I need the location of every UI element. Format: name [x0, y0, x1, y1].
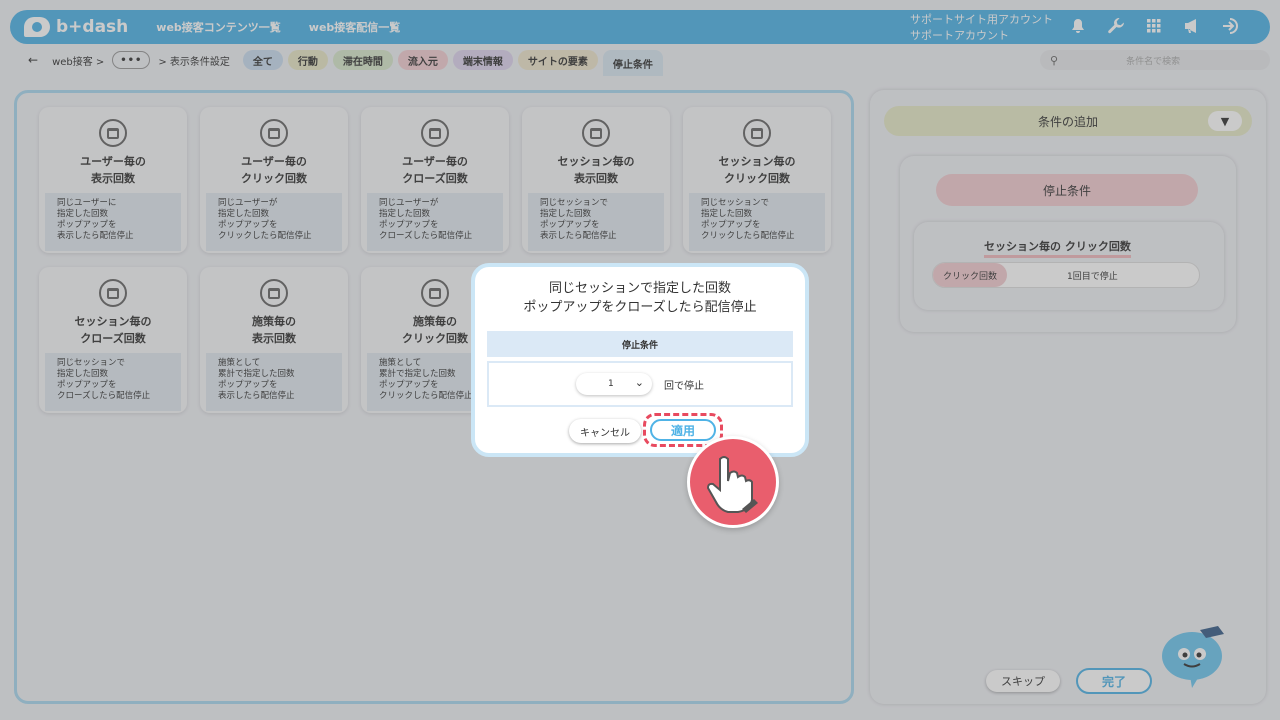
dialog-condition-row: 1 ⌄ 回で停止 [487, 361, 793, 407]
count-select-value: 1 [608, 379, 614, 389]
count-suffix: 回で停止 [664, 380, 704, 392]
cancel-button[interactable]: キャンセル [569, 419, 641, 443]
stop-condition-dialog: 同じセッションで指定した回数 ポップアップをクローズしたら配信停止 停止条件 1… [471, 263, 809, 457]
apply-button[interactable]: 適用 [650, 419, 716, 441]
dialog-title: 同じセッションで指定した回数 ポップアップをクローズしたら配信停止 [523, 281, 757, 315]
tap-hand-icon [687, 436, 779, 528]
chevron-down-icon: ⌄ [634, 376, 644, 389]
dialog-section-header: 停止条件 [487, 331, 793, 357]
count-select[interactable]: 1 ⌄ [576, 373, 652, 395]
